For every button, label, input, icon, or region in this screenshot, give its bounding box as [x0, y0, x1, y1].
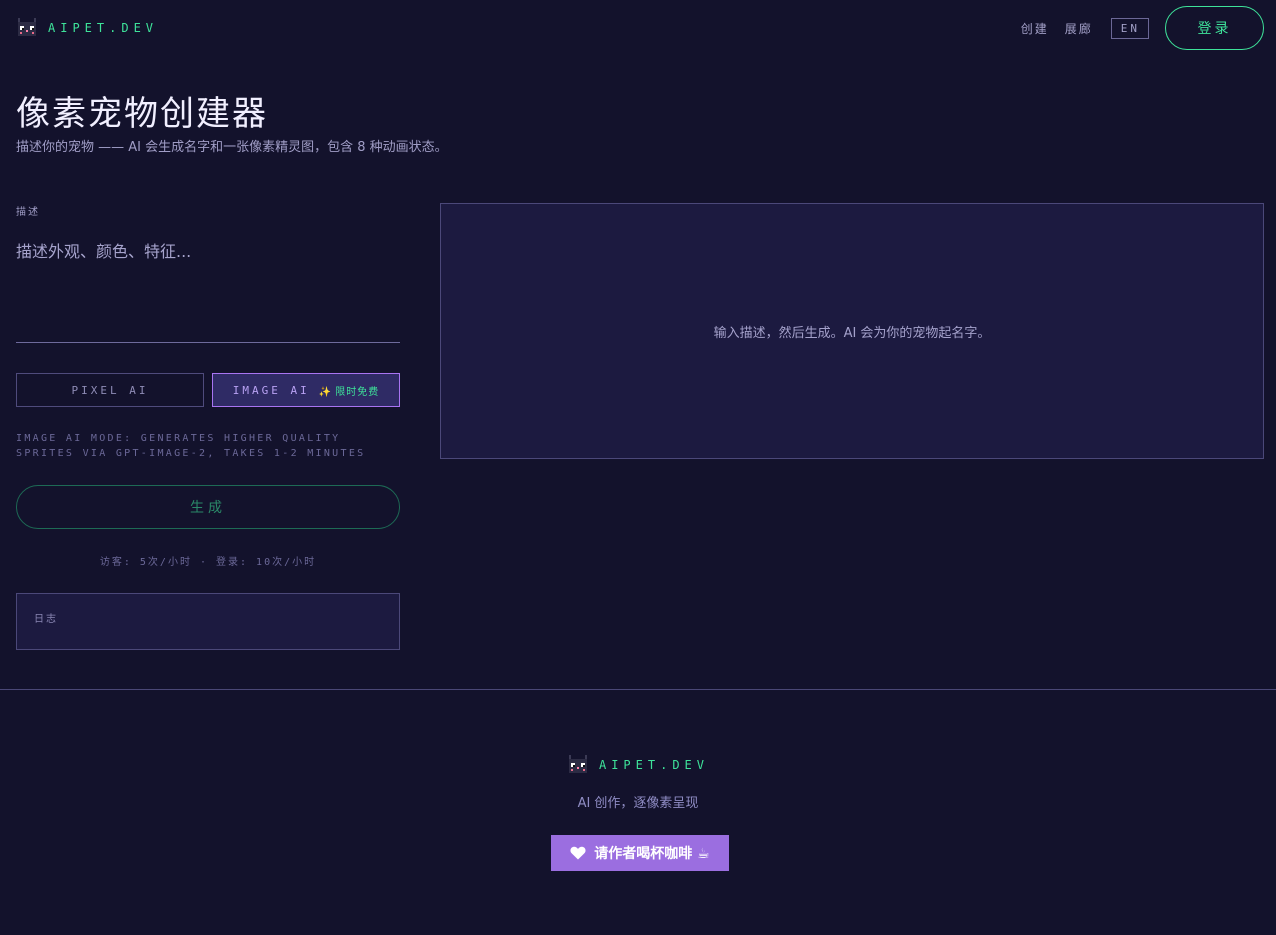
header: AIPET.DEV 创建 展廊 EN 登录	[0, 0, 1276, 56]
nav-create[interactable]: 创建	[1021, 20, 1049, 37]
preview-panel: 输入描述，然后生成。AI 会为你的宠物起名字。	[440, 203, 1264, 459]
buy-coffee-button[interactable]: 请作者喝杯咖啡 ☕	[551, 835, 729, 871]
pixel-cat-icon	[568, 755, 587, 773]
pixel-ai-label: PIXEL AI	[71, 383, 149, 397]
heart-icon	[570, 846, 586, 860]
logo[interactable]: AIPET.DEV	[16, 16, 158, 40]
nav-gallery[interactable]: 展廊	[1065, 20, 1093, 37]
pixel-cat-icon	[18, 18, 36, 36]
login-button[interactable]: 登录	[1165, 6, 1264, 50]
footer-divider	[0, 689, 1276, 690]
quota-info: 访客: 5次/小时 · 登录: 10次/小时	[99, 557, 317, 568]
pixel-ai-mode-button[interactable]: PIXEL AI	[16, 373, 204, 407]
footer-tagline: AI 创作，逐像素呈现	[577, 796, 699, 811]
page-subtitle: 描述你的宠物 —— AI 会生成名字和一张像素精灵图，包含 8 种动画状态。	[16, 140, 448, 155]
sparkle-icon: ✨	[318, 386, 332, 398]
description-input[interactable]	[16, 230, 400, 343]
mode-note: IMAGE AI MODE: GENERATES HIGHER QUALITY …	[16, 433, 366, 459]
image-ai-label: IMAGE AI	[232, 383, 310, 397]
footer-logo-text: AIPET.DEV	[598, 758, 710, 772]
generate-button[interactable]: 生成	[16, 485, 400, 529]
log-label: 日志	[34, 614, 58, 625]
page-title: 像素宠物创建器	[16, 94, 268, 134]
image-ai-mode-button[interactable]: IMAGE AI ✨ 限时免费	[212, 373, 400, 407]
description-label: 描述	[16, 207, 40, 218]
free-badge-label: 限时免费	[335, 386, 380, 398]
log-panel: 日志	[16, 593, 400, 650]
buy-coffee-label: 请作者喝杯咖啡 ☕	[594, 846, 710, 862]
preview-placeholder: 输入描述，然后生成。AI 会为你的宠物起名字。	[713, 325, 991, 341]
top-nav: 创建 展廊 EN 登录	[1021, 6, 1264, 50]
logo-text: AIPET.DEV	[48, 21, 159, 35]
footer-logo[interactable]: AIPET.DEV	[0, 754, 1276, 776]
language-toggle-button[interactable]: EN	[1110, 17, 1149, 39]
free-badge: ✨ 限时免费	[319, 383, 379, 398]
